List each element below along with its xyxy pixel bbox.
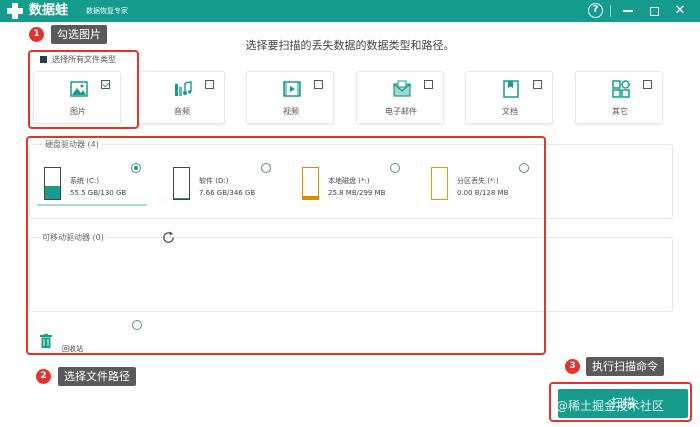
type-label-video: 视频: [283, 107, 299, 116]
app-name: 数据蛙: [29, 3, 69, 18]
video-checkbox[interactable]: [314, 80, 323, 89]
mail-icon: [393, 80, 411, 97]
app-subtitle: 数据恢复专家: [86, 7, 128, 15]
type-card-audio[interactable]: 音频: [137, 71, 225, 124]
minimize-icon[interactable]: [620, 3, 636, 19]
email-checkbox[interactable]: [424, 80, 433, 89]
help-icon[interactable]: ?: [588, 3, 603, 18]
callout-run-scan: 执行扫描命令: [586, 357, 664, 376]
type-card-document[interactable]: 文档: [465, 71, 553, 124]
video-icon: [283, 81, 301, 97]
type-label-email: 电子邮件: [385, 107, 417, 116]
type-card-others[interactable]: 其它: [575, 71, 663, 124]
type-label-audio: 音频: [174, 107, 190, 116]
highlight-file-type: [28, 50, 139, 129]
type-label-others: 其它: [612, 107, 628, 116]
type-card-email[interactable]: 电子邮件: [356, 71, 444, 124]
logo-cross-icon: [7, 3, 23, 19]
others-icon: [612, 80, 630, 98]
type-label-document: 文档: [502, 107, 518, 116]
audio-checkbox[interactable]: [205, 80, 214, 89]
step-badge-3: 3: [565, 359, 580, 374]
step-badge-1: 1: [29, 27, 44, 42]
document-checkbox[interactable]: [533, 80, 542, 89]
title-bar: 数据蛙 数据恢复专家 ? ✕: [0, 0, 700, 22]
titlebar-divider: [610, 5, 611, 17]
others-checkbox[interactable]: [643, 80, 652, 89]
callout-select-path: 选择文件路径: [58, 367, 136, 386]
close-icon[interactable]: ✕: [672, 3, 688, 19]
watermark-text: @稀土掘金技术社区: [556, 399, 665, 413]
type-card-video[interactable]: 视频: [246, 71, 334, 124]
maximize-icon[interactable]: [646, 3, 662, 19]
document-icon: [503, 80, 519, 98]
callout-select-image: 勾选图片: [51, 25, 107, 44]
highlight-file-path: [26, 136, 546, 355]
step-badge-2: 2: [36, 369, 51, 384]
music-icon: [175, 81, 192, 96]
